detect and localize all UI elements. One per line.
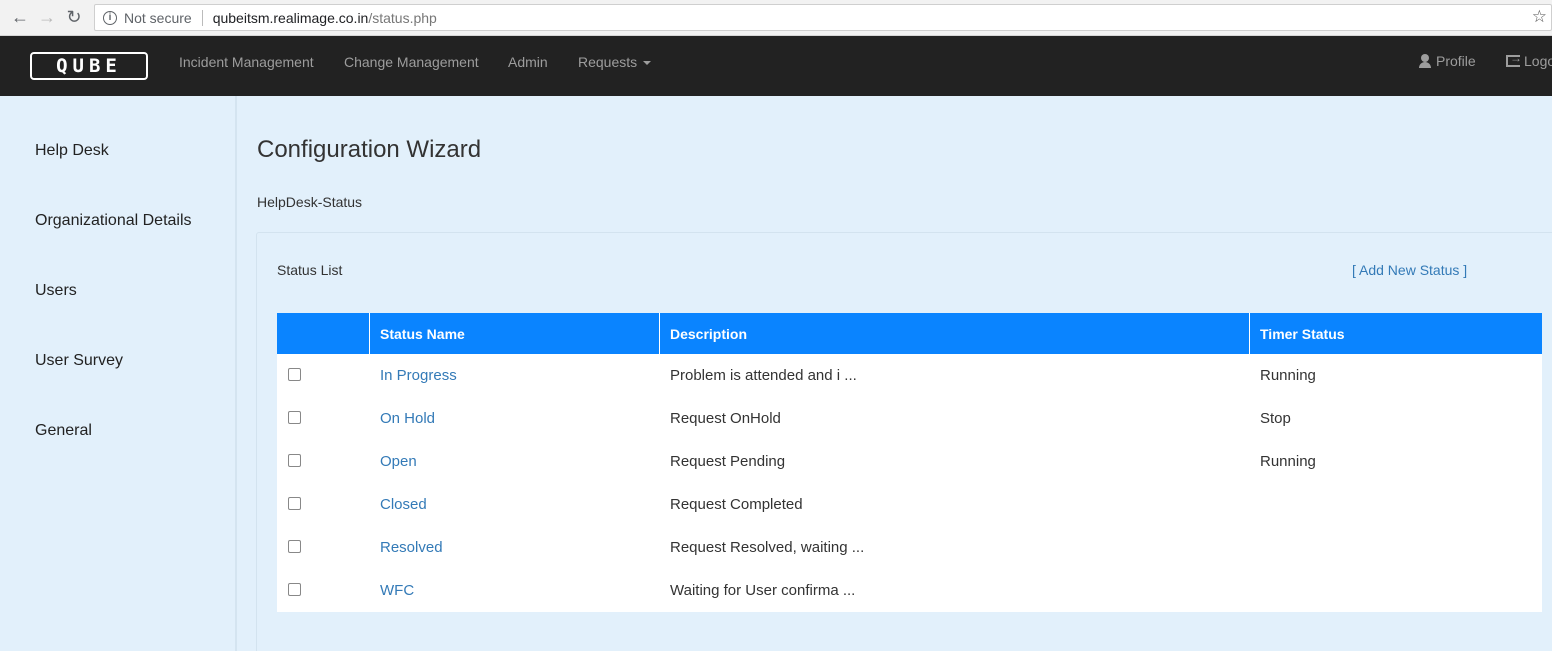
panel-title: Status List	[277, 262, 343, 278]
status-description: Request Completed	[670, 496, 803, 513]
qube-logo[interactable]: QUBE	[30, 52, 148, 80]
header-description[interactable]: Description	[660, 313, 1250, 354]
status-description: Request OnHold	[670, 410, 781, 427]
nav-incident-management[interactable]: Incident Management	[179, 53, 314, 71]
row-checkbox[interactable]	[288, 367, 301, 381]
row-checkbox[interactable]	[288, 410, 301, 424]
security-label: Not secure	[124, 9, 192, 26]
nav-requests-label: Requests	[578, 54, 638, 70]
status-table: Status Name Description Timer Status In …	[277, 313, 1542, 612]
address-bar[interactable]: i Not secure qubeitsm.realimage.co.in/st…	[94, 4, 1552, 31]
header-select	[277, 313, 370, 354]
header-status-name[interactable]: Status Name	[370, 313, 660, 354]
user-icon	[1418, 54, 1432, 68]
reload-icon[interactable]: ↻	[63, 7, 85, 29]
logout-label: Logo	[1524, 53, 1552, 69]
table-row: Closed Request Completed	[277, 483, 1542, 526]
table-row: On Hold Request OnHold Stop	[277, 397, 1542, 440]
url-host: qubeitsm.realimage.co.in	[212, 9, 369, 26]
nav-requests-dropdown[interactable]: Requests	[578, 53, 652, 71]
logout-link[interactable]: Logo	[1506, 51, 1552, 69]
row-checkbox[interactable]	[288, 539, 301, 553]
url-path: /status.php	[368, 9, 437, 26]
table-row: In Progress Problem is attended and i ..…	[277, 354, 1542, 397]
status-name-link[interactable]: Resolved	[380, 539, 443, 556]
info-icon[interactable]: i	[103, 10, 117, 25]
status-name-link[interactable]: On Hold	[380, 410, 435, 427]
sidebar-item-user-survey[interactable]: User Survey	[35, 352, 123, 370]
timer-status: Running	[1260, 367, 1316, 384]
add-new-status-link[interactable]: [ Add New Status ]	[1352, 262, 1467, 278]
logout-icon	[1506, 51, 1522, 67]
row-checkbox[interactable]	[288, 582, 301, 596]
status-description: Waiting for User confirma ...	[670, 582, 856, 599]
top-navbar: QUBE Incident Management Change Manageme…	[0, 36, 1552, 96]
status-name-link[interactable]: In Progress	[380, 367, 457, 384]
table-row: WFC Waiting for User confirma ...	[277, 569, 1542, 612]
table-row: Resolved Request Resolved, waiting ...	[277, 526, 1542, 569]
status-description: Problem is attended and i ...	[670, 367, 857, 384]
logo-text: QUBE	[56, 55, 122, 77]
sidebar-item-general[interactable]: General	[35, 422, 92, 440]
status-name-link[interactable]: WFC	[380, 582, 414, 599]
nav-change-management[interactable]: Change Management	[344, 53, 479, 71]
timer-status: Running	[1260, 453, 1316, 470]
status-description: Request Pending	[670, 453, 786, 470]
nav-admin[interactable]: Admin	[508, 53, 548, 71]
sidebar-item-help-desk[interactable]: Help Desk	[35, 142, 109, 160]
caret-down-icon	[643, 61, 652, 66]
row-checkbox[interactable]	[288, 496, 301, 510]
sidebar-item-users[interactable]: Users	[35, 282, 77, 300]
profile-link[interactable]: Profile	[1418, 53, 1476, 69]
table-header: Status Name Description Timer Status	[277, 313, 1542, 354]
row-checkbox[interactable]	[288, 453, 301, 467]
sidebar: Help Desk Organizational Details Users U…	[0, 96, 237, 651]
bookmark-star-icon[interactable]: ☆	[1532, 7, 1547, 27]
browser-toolbar: ← → ↻ i Not secure qubeitsm.realimage.co…	[0, 0, 1552, 36]
page-title: Configuration Wizard	[257, 136, 482, 163]
profile-label: Profile	[1436, 53, 1476, 69]
status-name-link[interactable]: Open	[380, 453, 417, 470]
back-arrow-icon[interactable]: ←	[9, 7, 31, 29]
table-row: Open Request Pending Running	[277, 440, 1542, 483]
forward-arrow-icon[interactable]: →	[36, 7, 58, 29]
breadcrumb: HelpDesk-Status	[257, 194, 363, 210]
address-separator	[201, 9, 203, 26]
timer-status: Stop	[1260, 410, 1291, 427]
header-timer-status[interactable]: Timer Status	[1250, 313, 1542, 354]
status-description: Request Resolved, waiting ...	[670, 539, 865, 556]
sidebar-item-organizational-details[interactable]: Organizational Details	[35, 212, 192, 230]
status-name-link[interactable]: Closed	[380, 496, 427, 513]
